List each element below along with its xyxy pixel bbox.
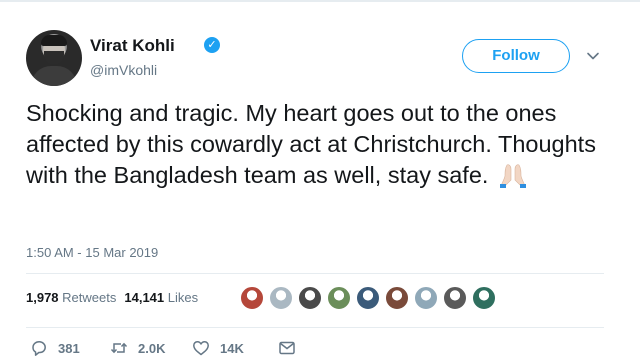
likes-count: 14,141 [124,290,165,305]
liker-avatar[interactable] [356,286,380,310]
default-avatar-icon[interactable] [269,286,293,310]
retweets-count: 1,978 [26,290,59,305]
user-name[interactable]: Virat Kohli [90,36,175,56]
like-count: 14K [220,340,244,356]
direct-message-button[interactable] [278,338,296,358]
top-border [0,0,640,2]
liker-avatar[interactable] [327,286,351,310]
chevron-down-icon[interactable] [586,49,600,63]
avatar[interactable] [26,30,82,86]
avatar-hair [41,35,67,46]
reply-icon [32,341,46,356]
divider [26,327,604,328]
reply-button[interactable]: 381 [30,338,80,358]
heart-icon [193,341,209,356]
verified-badge-icon: ✓ [204,37,220,53]
retweet-count: 2.0K [138,340,166,356]
liker-avatar[interactable] [240,286,264,310]
liker-avatar[interactable] [298,286,322,310]
retweets-label: Retweets [62,290,117,305]
like-button[interactable]: 14K [192,338,244,358]
liker-avatar[interactable] [472,286,496,310]
avatar-body [31,66,77,86]
divider [26,273,604,274]
likes-label: Likes [167,290,199,305]
retweets-stat[interactable]: 1,978 Retweets [26,290,116,305]
avatar-beard [44,51,64,65]
engagement-stats: 1,978 Retweets 14,141 Likes [26,290,198,305]
tweet-header: Virat Kohli ✓ @imVkohli Follow [26,30,616,88]
tweet-actions: 381 2.0K 14K [30,338,330,358]
likes-stat[interactable]: 14,141 Likes [124,290,198,305]
reply-count: 381 [58,340,80,356]
retweet-button[interactable]: 2.0K [110,338,165,358]
liker-avatar[interactable] [385,286,409,310]
tweet-timestamp[interactable]: 1:50 AM - 15 Mar 2019 [26,245,158,260]
liker-avatar[interactable] [414,286,438,310]
follow-button[interactable]: Follow [462,39,570,73]
tweet-text: Shocking and tragic. My heart goes out t… [26,98,616,191]
envelope-icon [279,341,295,355]
folded-hands-emoji-icon [499,164,526,188]
retweet-icon [110,342,128,354]
user-handle[interactable]: @imVkohli [90,62,157,78]
liker-avatar[interactable] [443,286,467,310]
